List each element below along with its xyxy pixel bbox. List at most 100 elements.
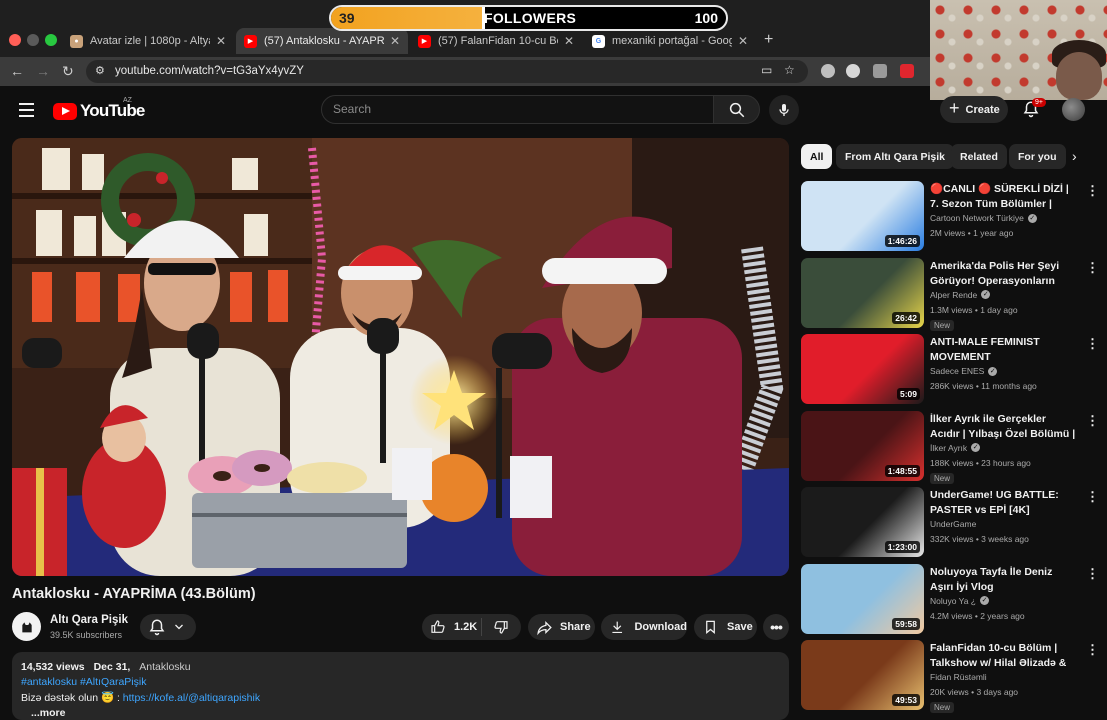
- forward-arrow-icon[interactable]: →: [36, 63, 50, 79]
- more-actions-button[interactable]: •••: [763, 614, 789, 640]
- search-input[interactable]: [333, 102, 693, 116]
- recommendation-item[interactable]: 1:48:55 İlker Ayrık ile Gerçekler Acıdır …: [801, 410, 1101, 484]
- chip-related[interactable]: Related: [951, 144, 1007, 169]
- camera-extension-icon[interactable]: [873, 64, 887, 78]
- like-count: 1.2K: [454, 621, 478, 633]
- verified-check-icon: ✓: [988, 366, 998, 376]
- url-text[interactable]: youtube.com/watch?v=tG3aYx4yvZY: [115, 65, 304, 77]
- upload-date: Dec 31,: [93, 661, 131, 673]
- video-thumbnail[interactable]: 1:48:55: [801, 410, 924, 481]
- create-button[interactable]: + Create: [940, 96, 1008, 123]
- show-more-button[interactable]: ...more: [31, 707, 780, 719]
- browser-tab-active[interactable]: ▶ (57) Antaklosku - AYAPRİMA ✕: [236, 28, 408, 54]
- recommendation-channel[interactable]: Noluyo Ya ¿ ✓: [930, 596, 989, 606]
- more-vertical-icon[interactable]: ⋮: [1086, 642, 1099, 658]
- chip-from-channel[interactable]: From Altı Qara Pişik: [836, 144, 954, 169]
- recommendation-item[interactable]: 5:09 ANTI-MALE FEMINIST MOVEMENT Sadece EN…: [801, 334, 1101, 404]
- save-button[interactable]: Save: [694, 614, 757, 640]
- recommendation-channel[interactable]: Fidan Rüstəmli: [930, 672, 987, 682]
- video-thumbnail[interactable]: 1:46:26: [801, 181, 924, 251]
- dislike-button[interactable]: [482, 619, 509, 635]
- recommendation-item[interactable]: 49:53 FalanFidan 10-cu Bölüm | Talkshow w…: [801, 640, 1101, 713]
- extension-icon[interactable]: [846, 64, 860, 78]
- youtube-masthead: YouTube AZ + Create 9+: [0, 86, 1107, 136]
- more-vertical-icon[interactable]: ⋮: [1086, 183, 1099, 199]
- more-vertical-icon[interactable]: ⋮: [1086, 336, 1099, 352]
- cast-icon[interactable]: ▭: [761, 63, 772, 77]
- browser-tab[interactable]: ● Avatar izle | 1080p - Altyazılı ✕: [62, 28, 234, 54]
- hashtags[interactable]: #antaklosku #AltıQaraPişik: [21, 676, 780, 688]
- video-thumbnail[interactable]: 49:53: [801, 640, 924, 710]
- bell-icon: [149, 619, 165, 636]
- reload-icon[interactable]: ↻: [62, 63, 74, 80]
- recommendation-channel[interactable]: Alper Rende ✓: [930, 290, 991, 300]
- close-tab-icon[interactable]: ✕: [564, 34, 574, 48]
- maximize-window-button[interactable]: [45, 34, 57, 46]
- more-horizontal-icon: •••: [770, 619, 783, 635]
- notifications-badge: 9+: [1032, 98, 1046, 107]
- description-box[interactable]: 14,532 views Dec 31, Antaklosku #antaklo…: [12, 652, 789, 720]
- recommendation-item[interactable]: 1:23:00 UnderGame! UG BATTLE: PASTER vs E…: [801, 487, 1101, 557]
- video-thumbnail[interactable]: 59:58: [801, 563, 924, 634]
- video-player[interactable]: [12, 138, 789, 576]
- youtube-favicon-icon: ▶: [244, 34, 257, 48]
- new-tab-button[interactable]: +: [764, 31, 773, 49]
- site-info-icon[interactable]: ⚙: [95, 64, 105, 77]
- close-window-button[interactable]: [9, 34, 21, 46]
- share-button[interactable]: Share: [528, 614, 595, 640]
- more-vertical-icon[interactable]: ⋮: [1086, 489, 1099, 505]
- recommendation-meta: 2M views • 1 year ago: [930, 228, 1014, 238]
- video-thumbnail[interactable]: 1:23:00: [801, 487, 924, 557]
- search-icon: [729, 102, 745, 118]
- voice-search-button[interactable]: [769, 95, 799, 125]
- search-box[interactable]: [321, 95, 714, 124]
- address-bar[interactable]: ⚙ youtube.com/watch?v=tG3aYx4yvZY ▭ ☆: [86, 60, 808, 83]
- download-button[interactable]: Download: [601, 614, 687, 640]
- recommendation-channel[interactable]: UnderGame: [930, 519, 976, 529]
- followers-goal-bar: 39 FOLLOWERS 100: [329, 5, 728, 31]
- recommendation-channel[interactable]: İlker Ayrık ✓: [930, 443, 981, 453]
- chip-all[interactable]: All: [801, 144, 833, 169]
- close-tab-icon[interactable]: ✕: [390, 34, 400, 48]
- youtube-wordmark: YouTube: [80, 101, 145, 120]
- red-extension-icon[interactable]: [900, 64, 914, 78]
- recommendation-channel[interactable]: Sadece ENES ✓: [930, 366, 998, 376]
- video-thumbnail[interactable]: 5:09: [801, 334, 924, 404]
- subscription-bell-button[interactable]: [140, 614, 196, 640]
- recommendation-item[interactable]: 59:58 Noluyoya Tayfa İle Deniz Aşırı İyi …: [801, 563, 1101, 634]
- followers-goal-count: 100: [694, 10, 718, 26]
- bookmark-star-icon[interactable]: ☆: [784, 63, 795, 77]
- recommendation-channel[interactable]: Cartoon Network Türkiye ✓: [930, 213, 1037, 223]
- recommendation-title: ANTI-MALE FEMINIST MOVEMENT: [930, 336, 1040, 363]
- recommendation-item[interactable]: 26:42 Amerika'da Polis Her Şeyi Görüyor! …: [801, 257, 1101, 331]
- menu-icon[interactable]: [19, 103, 34, 121]
- chip-for-you[interactable]: For you: [1009, 144, 1066, 169]
- channel-name[interactable]: Altı Qara Pişik: [50, 614, 128, 626]
- recommendation-item[interactable]: 1:46:26 🔴CANLI 🔴 SÜREKLİ DİZİ | 7. Sezon …: [801, 181, 1101, 251]
- search-button[interactable]: [713, 95, 760, 124]
- browser-tab[interactable]: ▶ (57) FalanFidan 10-cu Bölüm ✕: [410, 28, 582, 54]
- more-vertical-icon[interactable]: ⋮: [1086, 566, 1099, 582]
- account-avatar[interactable]: [1062, 98, 1085, 121]
- shield-extension-icon[interactable]: [821, 64, 835, 78]
- view-count: 14,532 views: [21, 661, 85, 673]
- close-tab-icon[interactable]: ✕: [738, 34, 748, 48]
- close-tab-icon[interactable]: ✕: [216, 34, 226, 48]
- like-button[interactable]: 1.2K: [422, 618, 482, 636]
- video-thumbnail[interactable]: 26:42: [801, 257, 924, 328]
- video-duration: 26:42: [892, 311, 920, 324]
- channel-avatar[interactable]: [12, 612, 41, 641]
- browser-tab[interactable]: G mexaniki portağal - Google S ✕: [584, 28, 756, 54]
- support-link[interactable]: https://kofe.al/@altiqarapishik: [123, 692, 260, 704]
- streamer-webcam: [930, 0, 1107, 100]
- description-tag[interactable]: Antaklosku: [139, 661, 190, 673]
- chevron-right-icon[interactable]: ›: [1072, 148, 1077, 164]
- more-vertical-icon[interactable]: ⋮: [1086, 413, 1099, 429]
- youtube-logo[interactable]: YouTube AZ: [53, 97, 145, 121]
- minimize-window-button[interactable]: [27, 34, 39, 46]
- chevron-down-icon: [175, 624, 183, 630]
- back-arrow-icon[interactable]: ←: [10, 63, 24, 79]
- video-duration: 1:48:55: [884, 464, 920, 477]
- more-vertical-icon[interactable]: ⋮: [1086, 260, 1099, 276]
- share-icon: [537, 620, 552, 635]
